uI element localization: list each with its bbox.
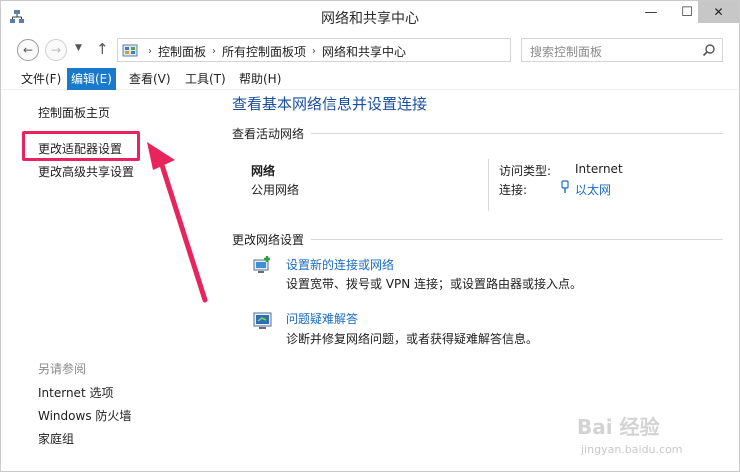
network-category: 公用网络	[251, 183, 300, 197]
breadcrumb-all-items[interactable]: 所有控制面板项	[222, 43, 306, 60]
setup-connection-link[interactable]: 设置新的连接或网络	[286, 256, 394, 273]
page-title: 查看基本网络信息并设置连接	[232, 95, 428, 113]
forward-button[interactable]: →	[45, 39, 67, 61]
back-button[interactable]: ←	[17, 39, 39, 61]
connections-label: 连接:	[499, 183, 528, 197]
window-title: 网络和共享中心	[321, 11, 419, 27]
sidebar-item-homegroup[interactable]: 家庭组	[38, 430, 74, 447]
troubleshoot-description: 诊断并修复网络问题，或者获得疑难解答信息。	[286, 332, 539, 346]
annotation-highlight-box	[22, 131, 140, 161]
minimize-button[interactable]: —	[633, 1, 669, 23]
watermark-logo: Bai 经验	[577, 415, 660, 439]
menu-file[interactable]: 文件(F)	[17, 68, 65, 90]
menu-tools[interactable]: 工具(T)	[181, 68, 230, 90]
recent-locations-dropdown[interactable]: ▼	[75, 43, 82, 53]
watermark-url: jingyan.baidu.com	[581, 443, 683, 456]
ethernet-link[interactable]: 以太网	[575, 181, 611, 198]
search-box[interactable]: 搜索控制面板	[521, 38, 723, 62]
section-divider	[311, 133, 723, 134]
network-sharing-center-window: 网络和共享中心 — ☐ ✕ ← → ▼ ↑ › 控制面板 › 所有控制面板项 ›…	[0, 0, 740, 472]
breadcrumb-control-panel[interactable]: 控制面板	[158, 43, 206, 60]
control-panel-icon	[122, 44, 138, 57]
annotation-arrow	[147, 142, 208, 303]
menu-edit[interactable]: 编辑(E)	[67, 68, 116, 90]
ethernet-icon	[561, 180, 569, 193]
menu-help[interactable]: 帮助(H)	[235, 68, 285, 90]
network-setup-icon	[253, 256, 270, 273]
search-icon[interactable]	[702, 43, 716, 57]
address-bar[interactable]: › 控制面板 › 所有控制面板项 › 网络和共享中心 ⌄ ↻	[117, 38, 618, 62]
breadcrumb-separator[interactable]: ›	[312, 46, 316, 57]
sidebar-item-internet-options[interactable]: Internet 选项	[38, 384, 113, 401]
up-button[interactable]: ↑	[96, 40, 109, 58]
breadcrumb-separator[interactable]: ›	[148, 46, 152, 57]
access-type-value: Internet	[575, 162, 623, 176]
change-settings-heading: 更改网络设置	[232, 233, 305, 247]
access-type-label: 访问类型:	[499, 164, 552, 178]
troubleshoot-link[interactable]: 问题疑难解答	[286, 310, 358, 327]
sidebar-item-home[interactable]: 控制面板主页	[38, 104, 110, 121]
troubleshoot-icon	[253, 312, 272, 329]
sidebar-item-advanced-sharing[interactable]: 更改高级共享设置	[38, 163, 134, 180]
setup-connection-description: 设置宽带、拨号或 VPN 连接；或设置路由器或接入点。	[286, 277, 583, 291]
section-divider	[311, 239, 723, 240]
sidebar-item-windows-firewall[interactable]: Windows 防火墙	[38, 407, 131, 424]
network-name: 网络	[251, 164, 276, 178]
breadcrumb-network-center[interactable]: 网络和共享中心	[322, 43, 406, 60]
see-also-heading: 另请参阅	[38, 362, 87, 376]
close-button[interactable]: ✕	[698, 1, 739, 23]
search-placeholder[interactable]: 搜索控制面板	[530, 43, 602, 60]
vertical-divider	[488, 159, 489, 211]
menu-bar: 文件(F) 编辑(E) 查看(V) 工具(T) 帮助(H)	[1, 68, 739, 90]
main-content: 查看基本网络信息并设置连接 查看活动网络 网络 公用网络 访问类型: Inter…	[219, 91, 739, 471]
breadcrumb: › 控制面板 › 所有控制面板项 › 网络和共享中心	[142, 43, 406, 60]
menu-view[interactable]: 查看(V)	[125, 68, 175, 90]
breadcrumb-separator[interactable]: ›	[212, 46, 216, 57]
title-bar[interactable]: 网络和共享中心 — ☐ ✕	[1, 1, 739, 32]
navigation-bar: ← → ▼ ↑ › 控制面板 › 所有控制面板项 › 网络和共享中心 ⌄ ↻	[1, 35, 739, 65]
active-networks-heading: 查看活动网络	[232, 127, 305, 141]
